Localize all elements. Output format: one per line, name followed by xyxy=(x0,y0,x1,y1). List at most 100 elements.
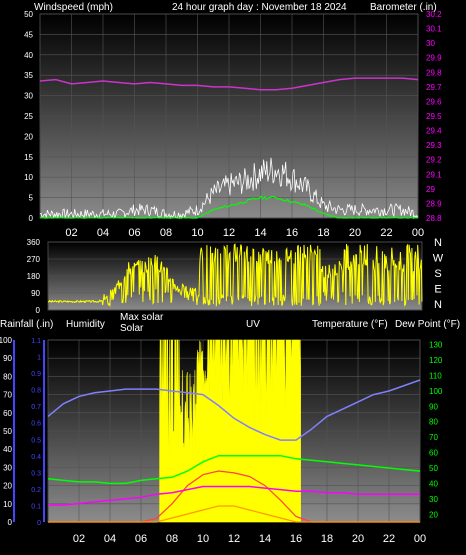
rainfall-y-tick-label: 0.9 xyxy=(31,371,41,378)
wind-x-tick-label: 08 xyxy=(160,227,172,239)
temperature-y-tick-label: 90 xyxy=(429,402,438,411)
barometer-y-tick-label: 30.2 xyxy=(426,10,442,19)
barometer-y-tick-label: 29.5 xyxy=(426,112,442,121)
barometer-y-tick-label: 30.1 xyxy=(426,25,442,34)
direction-y-tick-label: 360 xyxy=(27,238,41,247)
humidity-y-tick-label: 10 xyxy=(3,500,12,509)
wind-x-tick-label: 14 xyxy=(254,227,266,239)
humidity-y-tick-label: 50 xyxy=(3,427,12,436)
barometer-y-tick-label: 29.4 xyxy=(426,127,442,136)
climate-x-tick-label: 16 xyxy=(290,533,302,545)
temperature-y-tick-label: 100 xyxy=(429,387,443,396)
rainfall-y-tick-label: 0.8 xyxy=(31,388,41,395)
humidity-y-tick-label: 40 xyxy=(3,445,12,454)
climate-x-tick-label: 18 xyxy=(321,533,333,545)
barometer-y-tick-label: 29.2 xyxy=(426,156,442,165)
compass-labels: NWSEN xyxy=(433,237,444,311)
barometer-y-tick-label: 29.6 xyxy=(426,97,442,106)
wind-y-tick-label: 25 xyxy=(24,112,33,121)
compass-label: S xyxy=(434,268,441,280)
wind-y-ticks: 0 5 10 15 20 25 30 35 40 45 50 xyxy=(24,10,33,223)
humidity-y-tick-label: 60 xyxy=(3,409,12,418)
graph-title: 24 hour graph day : November 18 2024 xyxy=(172,2,347,13)
wind-y-tick-label: 30 xyxy=(24,92,33,101)
climate-x-tick-label: 06 xyxy=(135,533,147,545)
rainfall-y-tick-label: 1.1 xyxy=(31,338,41,345)
wind-y-tick-label: 40 xyxy=(24,51,33,60)
dew-point-axis-title: Dew Point (°F) xyxy=(395,319,460,330)
wind-y-tick-label: 45 xyxy=(24,30,33,39)
compass-label: W xyxy=(433,253,444,265)
direction-y-tick-label: 270 xyxy=(27,255,41,264)
climate-x-tick-label: 02 xyxy=(73,533,85,545)
humidity-axis-title: Humidity xyxy=(66,319,105,330)
weather-graph-page: Windspeed (mph) 24 hour graph day : Nove… xyxy=(0,0,466,550)
rainfall-y-tick-label: 0.6 xyxy=(31,421,41,428)
climate-x-tick-label: 04 xyxy=(104,533,116,545)
rainfall-y-tick-label: 0.2 xyxy=(31,487,41,494)
barometer-y-ticks: 28.8 28.9 29 29.1 29.2 29.3 29.4 29.5 29.6 29.7 29… xyxy=(426,10,442,223)
wind-y-tick-label: 35 xyxy=(24,71,33,80)
barometer-y-tick-label: 29.3 xyxy=(426,141,442,150)
wind-x-tick-label: 04 xyxy=(97,227,109,239)
wind-x-tick-label: 22 xyxy=(380,227,392,239)
uv-title: UV xyxy=(246,319,260,330)
temperature-y-tick-label: 110 xyxy=(429,371,442,380)
rainfall-y-tick-label: 0.5 xyxy=(31,437,41,444)
temperature-axis-title: Temperature (°F) xyxy=(312,319,388,330)
humidity-y-tick-label: 90 xyxy=(3,354,12,363)
climate-x-tick-label: 12 xyxy=(228,533,240,545)
direction-y-tick-label: 0 xyxy=(36,306,41,315)
temperature-y-tick-label: 60 xyxy=(429,449,438,458)
temperature-y-tick-label: 120 xyxy=(429,356,443,365)
humidity-y-tick-label: 80 xyxy=(3,372,12,381)
humidity-y-tick-label: 0 xyxy=(8,518,13,527)
rainfall-axis-title: Rainfall (.in) xyxy=(0,319,53,330)
compass-label: N xyxy=(434,237,442,249)
wind-x-tick-label: 06 xyxy=(128,227,140,239)
climate-x-tick-label: 00 xyxy=(414,533,426,545)
compass-label: N xyxy=(434,299,442,311)
wind-x-tick-label: 18 xyxy=(317,227,329,239)
wind-x-tick-label: 20 xyxy=(349,227,361,239)
climate-x-ticks: 02 04 06 08 10 12 14 16 18 20 22 00 xyxy=(73,533,426,545)
climate-x-tick-label: 20 xyxy=(352,533,364,545)
barometer-y-tick-label: 29.7 xyxy=(426,83,442,92)
temperature-y-tick-label: 130 xyxy=(429,341,443,350)
wind-y-tick-label: 10 xyxy=(24,173,33,182)
wind-y-tick-label: 20 xyxy=(24,132,33,141)
direction-y-ticks: 0 90 180 270 360 xyxy=(27,238,41,315)
humidity-y-tick-label: 30 xyxy=(3,463,12,472)
temperature-y-tick-label: 30 xyxy=(429,495,438,504)
rainfall-y-tick-label: 0 xyxy=(37,520,41,527)
temperature-y-tick-label: 40 xyxy=(429,479,438,488)
temperature-y-tick-label: 80 xyxy=(429,418,438,427)
barometer-y-tick-label: 28.9 xyxy=(426,199,442,208)
wind-x-tick-label: 02 xyxy=(65,227,77,239)
humidity-y-tick-label: 70 xyxy=(3,391,12,400)
wind-axis-title: Windspeed (mph) xyxy=(34,2,113,13)
barometer-y-tick-label: 29.9 xyxy=(426,54,442,63)
barometer-y-tick-label: 29.1 xyxy=(426,170,442,179)
rainfall-y-tick-label: 1 xyxy=(37,355,41,362)
temperature-y-ticks: 20 30 40 50 60 70 80 90 100 110 120 130 xyxy=(429,341,443,520)
wind-y-tick-label: 50 xyxy=(24,10,33,19)
wind-x-ticks: 02 04 06 08 10 12 14 16 18 20 22 00 xyxy=(65,227,424,239)
temperature-y-tick-label: 20 xyxy=(429,510,438,519)
wind-x-tick-label: 16 xyxy=(286,227,298,239)
temperature-y-tick-label: 70 xyxy=(429,433,438,442)
rainfall-y-tick-label: 0.7 xyxy=(31,404,41,411)
temperature-y-tick-label: 50 xyxy=(429,464,438,473)
climate-x-tick-label: 22 xyxy=(383,533,395,545)
climate-x-tick-label: 08 xyxy=(166,533,178,545)
barometer-y-tick-label: 29 xyxy=(426,185,435,194)
climate-x-tick-label: 10 xyxy=(197,533,209,545)
compass-label: E xyxy=(434,284,441,296)
wind-x-tick-label: 12 xyxy=(223,227,235,239)
weather-24h-graph: Windspeed (mph) 24 hour graph day : Nove… xyxy=(0,2,460,545)
humidity-y-tick-label: 20 xyxy=(3,482,12,491)
direction-y-tick-label: 90 xyxy=(31,289,40,298)
rainfall-y-tick-label: 0.3 xyxy=(31,470,41,477)
humidity-y-ticks: 0 10 20 30 40 50 60 70 80 90 100 xyxy=(0,336,13,527)
solar-title: Solar xyxy=(120,323,144,334)
